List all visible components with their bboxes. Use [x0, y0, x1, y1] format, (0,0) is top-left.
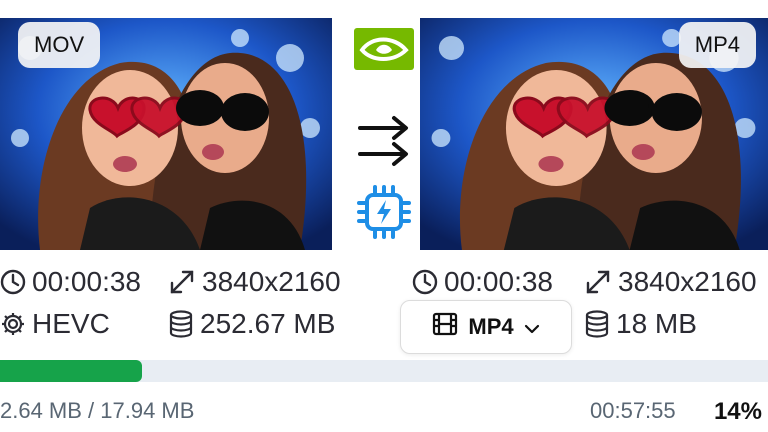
source-size: 252.67 MB — [168, 308, 335, 340]
film-icon — [432, 312, 458, 342]
database-icon — [584, 310, 610, 338]
source-codec: HEVC — [0, 308, 110, 340]
source-format-badge: MOV — [18, 22, 101, 68]
source-duration: 00:00:38 — [0, 266, 141, 298]
conversion-progress-bar — [0, 360, 768, 382]
nvidia-logo-icon — [354, 28, 414, 70]
output-size: 18 MB — [584, 308, 697, 340]
source-duration-value: 00:00:38 — [32, 266, 141, 297]
conversion-indicator — [348, 18, 420, 250]
chip-lightning-icon — [357, 185, 411, 239]
clock-icon — [0, 269, 26, 295]
output-resolution: 3840x2160 — [584, 266, 757, 298]
clock-icon — [412, 269, 438, 295]
source-resolution: 3840x2160 — [168, 266, 341, 298]
progress-fill — [0, 360, 143, 382]
output-duration: 00:00:38 — [412, 266, 553, 298]
output-size-value: 18 MB — [616, 308, 697, 339]
database-icon — [168, 310, 194, 338]
output-format-select[interactable]: MP4 — [400, 300, 572, 354]
gear-icon — [0, 311, 26, 337]
output-duration-value: 00:00:38 — [444, 266, 553, 297]
progress-percent: 14% — [713, 398, 762, 425]
resize-arrows-icon — [584, 268, 612, 296]
remaining-time: 00:57:55 — [590, 398, 676, 423]
output-format-select-value: MP4 — [468, 314, 514, 339]
output-resolution-value: 3840x2160 — [618, 266, 757, 297]
source-size-value: 252.67 MB — [200, 308, 336, 339]
source-codec-value: HEVC — [32, 308, 110, 339]
resize-arrows-icon — [168, 268, 196, 296]
transferred-size: 2.64 MB / 17.94 MB — [0, 398, 195, 423]
double-arrow-icon — [358, 116, 408, 166]
chevron-down-icon — [524, 314, 540, 340]
source-resolution-value: 3840x2160 — [202, 266, 341, 297]
output-format-badge: MP4 — [678, 22, 756, 68]
